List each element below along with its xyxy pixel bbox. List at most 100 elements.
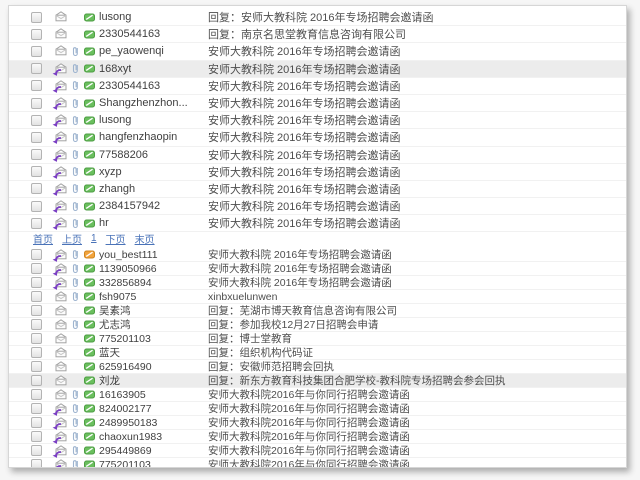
mail-row[interactable]: 824002177 安师大教科院2016年与你同行招聘会邀请函 [9,402,626,416]
subject-text[interactable]: 安师大教科院2016年与你同行招聘会邀请函 [208,429,626,444]
sender-name[interactable]: 775201103 [99,333,151,345]
row-checkbox[interactable] [31,459,42,468]
sender-name[interactable]: chaoxun1983 [99,431,162,443]
sender-name[interactable]: lusong [99,114,131,126]
row-checkbox[interactable] [31,183,42,194]
mail-row[interactable]: Shangzhenzhon... 安师大教科院 2016年专场招聘会邀请函 [9,95,626,112]
mail-row[interactable]: pe_yaowenqi 安师大教科院 2016年专场招聘会邀请函 [9,43,626,60]
sender-name[interactable]: 625916490 [99,361,152,373]
mail-row[interactable]: 625916490 回复：安徽师范招聘会回执 [9,360,626,374]
subject-text[interactable]: 回复：芜湖市博天教育信息咨询有限公司 [208,303,626,318]
mail-row[interactable]: 2330544163 安师大教科院 2016年专场招聘会邀请函 [9,78,626,95]
subject-text[interactable]: 安师大教科院 2016年专场招聘会邀请函 [208,78,626,94]
mail-row[interactable]: lusong 回复：安师大教科院 2016年专场招聘会邀请函 [9,9,626,26]
row-checkbox[interactable] [31,417,42,428]
sender-name[interactable]: 16163905 [99,389,146,401]
subject-text[interactable]: 安师大教科院2016年与你同行招聘会邀请函 [208,387,626,402]
subject-text[interactable]: 安师大教科院 2016年专场招聘会邀请函 [208,261,626,276]
row-checkbox[interactable] [31,12,42,23]
subject-text[interactable]: 回复：安师大教科院 2016年专场招聘会邀请函 [208,9,626,25]
row-checkbox[interactable] [31,361,42,372]
pagination-link[interactable]: 末页 [135,231,155,246]
subject-text[interactable]: 回复：新东方教育科技集团合肥学校-教科院专场招聘会参会回执 [208,373,626,388]
sender-name[interactable]: 2330544163 [99,80,160,92]
row-checkbox[interactable] [31,132,42,143]
subject-text[interactable]: 安师大教科院 2016年专场招聘会邀请函 [208,95,626,111]
subject-text[interactable]: 安师大教科院 2016年专场招聘会邀请函 [208,275,626,290]
row-checkbox[interactable] [31,201,42,212]
row-checkbox[interactable] [31,249,42,260]
subject-text[interactable]: 安师大教科院 2016年专场招聘会邀请函 [208,129,626,145]
mail-row[interactable]: 吴素鸿 回复：芜湖市博天教育信息咨询有限公司 [9,304,626,318]
mail-row[interactable]: 1139050966 安师大教科院 2016年专场招聘会邀请函 [9,262,626,276]
row-checkbox[interactable] [31,98,42,109]
row-checkbox[interactable] [31,291,42,302]
subject-text[interactable]: 安师大教科院 2016年专场招聘会邀请函 [208,164,626,180]
subject-text[interactable]: 回复：南京名思堂教育信息咨询有限公司 [208,26,626,42]
mail-row[interactable]: 尤志鸿 回复：参加我校12月27日招聘会申请 [9,318,626,332]
subject-text[interactable]: 回复：参加我校12月27日招聘会申请 [208,317,626,332]
pagination-link[interactable]: 1 [91,233,97,244]
row-checkbox[interactable] [31,63,42,74]
mail-row[interactable]: zhangh 安师大教科院 2016年专场招聘会邀请函 [9,181,626,198]
mail-row[interactable]: 刘龙 回复：新东方教育科技集团合肥学校-教科院专场招聘会参会回执 [9,374,626,388]
sender-name[interactable]: 2330544163 [99,28,160,40]
subject-text[interactable]: 安师大教科院 2016年专场招聘会邀请函 [208,147,626,163]
mail-row[interactable]: 295449869 安师大教科院2016年与你同行招聘会邀请函 [9,444,626,458]
mail-row[interactable]: 16163905 安师大教科院2016年与你同行招聘会邀请函 [9,388,626,402]
sender-name[interactable]: 刘龙 [99,373,120,388]
sender-name[interactable]: fsh9075 [99,291,136,303]
mail-row[interactable]: chaoxun1983 安师大教科院2016年与你同行招聘会邀请函 [9,430,626,444]
row-checkbox[interactable] [31,277,42,288]
sender-name[interactable]: pe_yaowenqi [99,45,164,57]
subject-text[interactable]: 安师大教科院 2016年专场招聘会邀请函 [208,198,626,214]
row-checkbox[interactable] [31,375,42,386]
row-checkbox[interactable] [31,319,42,330]
row-checkbox[interactable] [31,347,42,358]
mail-row[interactable]: 775201103 安师大教科院2016年与你同行招聘会邀请函 [9,458,626,468]
mail-row[interactable]: 蓝天 回复：组织机构代码证 [9,346,626,360]
subject-text[interactable]: 安师大教科院2016年与你同行招聘会邀请函 [208,457,626,468]
sender-name[interactable]: hangfenzhaopin [99,131,177,143]
mail-row[interactable]: lusong 安师大教科院 2016年专场招聘会邀请函 [9,112,626,129]
subject-text[interactable]: 安师大教科院2016年与你同行招聘会邀请函 [208,415,626,430]
sender-name[interactable]: zhangh [99,183,135,195]
mail-row[interactable]: 2489950183 安师大教科院2016年与你同行招聘会邀请函 [9,416,626,430]
sender-name[interactable]: 蓝天 [99,345,120,360]
subject-text[interactable]: 安师大教科院 2016年专场招聘会邀请函 [208,112,626,128]
row-checkbox[interactable] [31,166,42,177]
subject-text[interactable]: 回复：组织机构代码证 [208,345,626,360]
row-checkbox[interactable] [31,46,42,57]
subject-text[interactable]: 安师大教科院 2016年专场招聘会邀请函 [208,247,626,262]
mail-row[interactable]: 77588206 安师大教科院 2016年专场招聘会邀请函 [9,147,626,164]
sender-name[interactable]: 295449869 [99,445,152,457]
row-checkbox[interactable] [31,115,42,126]
row-checkbox[interactable] [31,403,42,414]
mail-row[interactable]: you_best111 安师大教科院 2016年专场招聘会邀请函 [9,248,626,262]
subject-text[interactable]: 安师大教科院2016年与你同行招聘会邀请函 [208,401,626,416]
subject-text[interactable]: 安师大教科院 2016年专场招聘会邀请函 [208,43,626,59]
sender-name[interactable]: you_best111 [99,249,158,261]
sender-name[interactable]: 824002177 [99,403,152,415]
subject-text[interactable]: 安师大教科院 2016年专场招聘会邀请函 [208,181,626,197]
mail-row[interactable]: 2384157942 安师大教科院 2016年专场招聘会邀请函 [9,198,626,215]
mail-row[interactable]: hr 安师大教科院 2016年专场招聘会邀请函 [9,215,626,232]
row-checkbox[interactable] [31,29,42,40]
row-checkbox[interactable] [31,149,42,160]
sender-name[interactable]: lusong [99,11,131,23]
subject-text[interactable]: 回复：博士堂教育 [208,331,626,346]
sender-name[interactable]: 1139050966 [99,263,157,275]
subject-text[interactable]: 安师大教科院2016年与你同行招聘会邀请函 [208,443,626,458]
row-checkbox[interactable] [31,333,42,344]
row-checkbox[interactable] [31,218,42,229]
mail-row[interactable]: xyzp 安师大教科院 2016年专场招聘会邀请函 [9,164,626,181]
sender-name[interactable]: 2489950183 [99,417,157,429]
row-checkbox[interactable] [31,305,42,316]
row-checkbox[interactable] [31,80,42,91]
sender-name[interactable]: 168xyt [99,63,131,75]
subject-text[interactable]: xinbxuelunwen [208,291,626,303]
sender-name[interactable]: 775201103 [99,459,151,468]
mail-row[interactable]: 775201103 回复：博士堂教育 [9,332,626,346]
subject-text[interactable]: 安师大教科院 2016年专场招聘会邀请函 [208,215,626,231]
pagination-link[interactable]: 上页 [62,231,82,246]
